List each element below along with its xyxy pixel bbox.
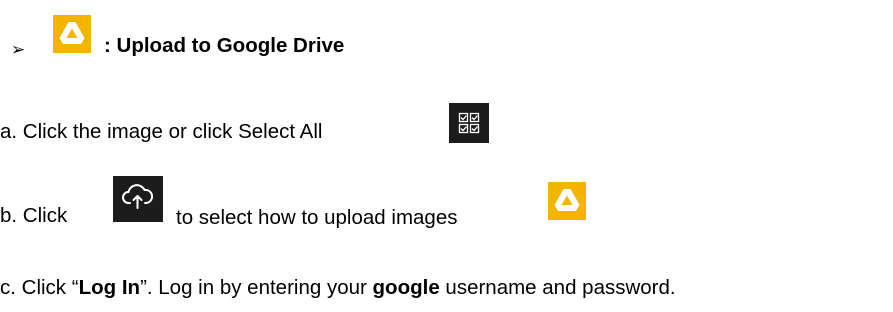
- bullet-arrow: ➢: [11, 40, 26, 60]
- step-a-text: a. Click the image or click Select All: [0, 120, 323, 143]
- step-b-text-before: b. Click: [0, 204, 68, 227]
- google-drive-icon-small: [548, 182, 586, 220]
- section-heading: : Upload to Google Drive: [104, 34, 345, 57]
- google-drive-icon: [53, 15, 91, 53]
- cloud-upload-icon: [113, 176, 163, 222]
- step-c-prefix: c. Click “: [0, 276, 79, 299]
- step-b-text-after: to select how to upload images: [176, 206, 458, 229]
- step-c-suffix: username and password.: [439, 276, 676, 299]
- google-emphasis: google: [372, 276, 440, 299]
- step-c-middle: ”. Log in by entering your: [140, 276, 373, 299]
- login-emphasis: Log In: [78, 276, 141, 299]
- select-all-icon: [449, 103, 489, 143]
- step-c-text: c. Click “Log In”. Log in by entering yo…: [0, 276, 676, 300]
